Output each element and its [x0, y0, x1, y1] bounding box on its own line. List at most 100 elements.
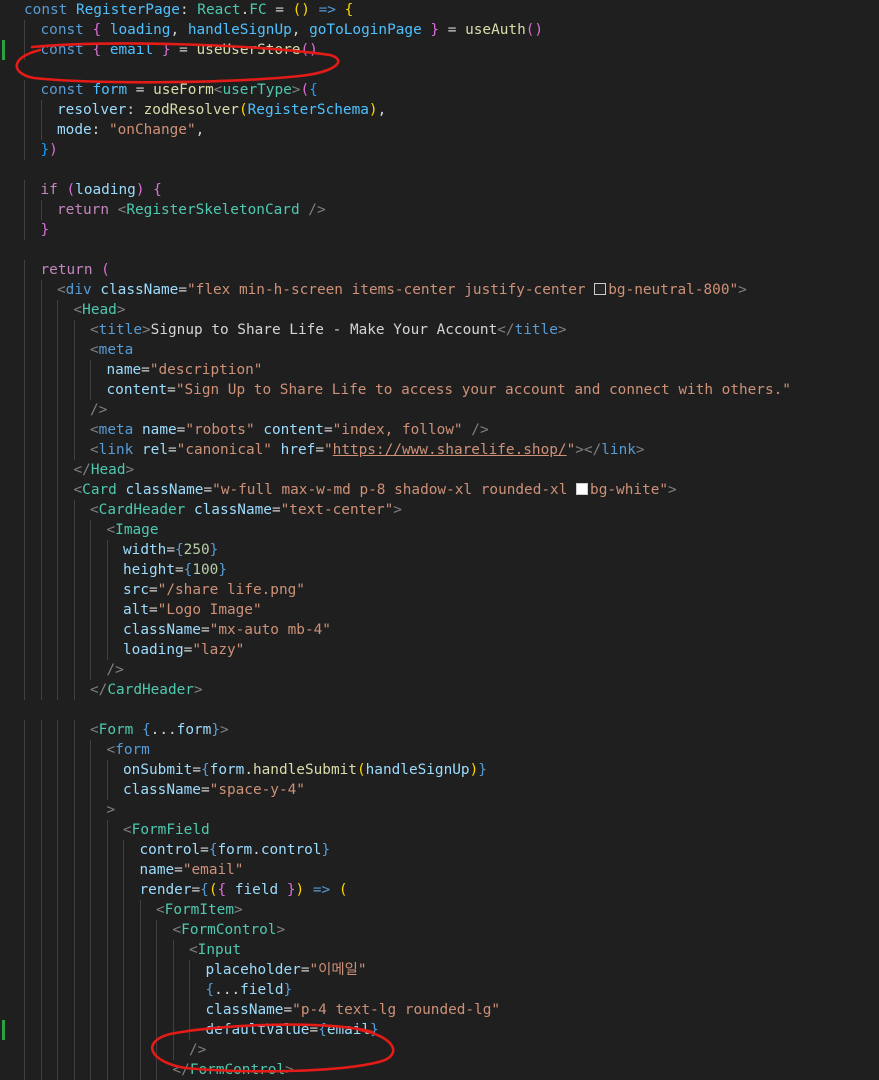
code-line[interactable]: <FormItem> [0, 900, 879, 920]
code-line[interactable]: <meta name="robots" content="index, foll… [0, 420, 879, 440]
code-line[interactable] [0, 160, 879, 180]
code-text: </Head> [74, 460, 135, 480]
code-line[interactable]: const { loading, handleSignUp, goToLogin… [0, 20, 879, 40]
code-token: "Logo Image" [157, 602, 262, 618]
code-token: Head [90, 462, 126, 478]
code-line[interactable]: loading="lazy" [0, 640, 879, 660]
code-line[interactable]: </CardHeader> [0, 680, 879, 700]
code-line[interactable]: className="p-4 text-lg rounded-lg" [0, 1000, 879, 1020]
indent-guide [73, 340, 75, 360]
code-line[interactable]: <title>Signup to Share Life - Make Your … [0, 320, 879, 340]
code-line[interactable]: if (loading) { [0, 180, 879, 200]
code-text: className="p-4 text-lg rounded-lg" [206, 1000, 501, 1020]
code-line[interactable]: <Card className="w-full max-w-md p-8 sha… [0, 480, 879, 500]
code-line[interactable]: <Image [0, 520, 879, 540]
code-line[interactable]: /> [0, 660, 879, 680]
code-line[interactable]: <CardHeader className="text-center"> [0, 500, 879, 520]
code-line[interactable]: <FormControl> [0, 920, 879, 940]
code-line[interactable]: name="description" [0, 360, 879, 380]
indent-guide [40, 900, 42, 920]
indent-guide [73, 320, 75, 340]
code-line[interactable]: mode: "onChange", [0, 120, 879, 140]
code-line[interactable]: width={250} [0, 540, 879, 560]
indent-guide [57, 1060, 58, 1080]
indent-guide [106, 1060, 108, 1080]
code-line[interactable]: return ( [0, 260, 879, 280]
indent-guide [73, 860, 75, 880]
code-token: ( [356, 762, 366, 778]
code-token: => [309, 2, 336, 18]
code-line[interactable]: src="/share life.png" [0, 580, 879, 600]
code-line[interactable]: <link rel="canonical" href="https://www.… [0, 440, 879, 460]
code-line[interactable]: control={form.control} [0, 840, 879, 860]
code-token: { [309, 82, 318, 98]
code-line[interactable]: onSubmit={form.handleSubmit(handleSignUp… [0, 760, 879, 780]
indent-guide [123, 1000, 124, 1020]
indent-guide [24, 1000, 25, 1020]
code-line[interactable]: </FormControl> [0, 1060, 879, 1080]
code-line[interactable]: return <RegisterSkeletonCard /> [0, 200, 879, 220]
code-text: <Head> [74, 300, 126, 320]
indent-guide [40, 840, 42, 860]
code-token: mode [57, 122, 92, 138]
code-line[interactable]: <Input [0, 940, 879, 960]
code-line[interactable]: <FormField [0, 820, 879, 840]
code-line[interactable]: className="space-y-4" [0, 780, 879, 800]
code-token: () [525, 22, 544, 38]
code-line[interactable]: </Head> [0, 460, 879, 480]
indent-guide [123, 1040, 124, 1060]
code-line[interactable]: render={({ field }) => ( [0, 880, 879, 900]
indent-guide [40, 660, 42, 680]
code-line[interactable]: <Head> [0, 300, 879, 320]
indent-guide [106, 840, 108, 860]
code-line[interactable]: const { email } = useUserStore() [0, 40, 879, 60]
code-line[interactable]: <meta [0, 340, 879, 360]
code-line[interactable]: name="email" [0, 860, 879, 880]
code-line[interactable]: {...field} [0, 980, 879, 1000]
code-token: RegisterPage [75, 2, 180, 18]
code-text: }) [41, 140, 58, 160]
indent-guide [40, 580, 42, 600]
code-line[interactable]: const RegisterPage: React.FC = () => { [0, 0, 879, 20]
code-token: = [315, 442, 324, 458]
indent-guide [73, 1020, 75, 1040]
code-line[interactable]: className="mx-auto mb-4" [0, 620, 879, 640]
code-token: = [174, 562, 184, 578]
code-line[interactable]: content="Sign Up to Share Life to access… [0, 380, 879, 400]
indent-guide [123, 980, 124, 1000]
code-line[interactable]: alt="Logo Image" [0, 600, 879, 620]
code-line[interactable]: const form = useForm<userType>({ [0, 80, 879, 100]
code-line[interactable]: /> [0, 1040, 879, 1060]
code-line[interactable]: <Form {...form}> [0, 720, 879, 740]
indent-guide [73, 380, 75, 400]
code-line[interactable] [0, 240, 879, 260]
code-token: () [300, 42, 318, 58]
code-line[interactable]: }) [0, 140, 879, 160]
indent-guide [57, 580, 58, 600]
code-text: <title>Signup to Share Life - Make Your … [90, 320, 567, 340]
code-line[interactable]: } [0, 220, 879, 240]
code-line[interactable]: defaultValue={email} [0, 1020, 879, 1040]
code-line[interactable]: > [0, 800, 879, 820]
code-token: = [167, 382, 176, 398]
code-line[interactable]: <form [0, 740, 879, 760]
indent-guide [57, 760, 58, 780]
code-line[interactable]: /> [0, 400, 879, 420]
code-token: { [142, 722, 151, 738]
code-line[interactable]: <div className="flex min-h-screen items-… [0, 280, 879, 300]
indent-guide [73, 820, 75, 840]
code-line[interactable]: resolver: zodResolver(RegisterSchema), [0, 100, 879, 120]
color-swatch-icon[interactable] [594, 283, 607, 295]
color-swatch-icon[interactable] [576, 483, 589, 495]
code-editor[interactable]: const RegisterPage: React.FC = () => {co… [0, 0, 879, 1080]
code-line[interactable] [0, 60, 879, 80]
code-token: : [91, 122, 109, 138]
code-line[interactable]: placeholder="이메일" [0, 960, 879, 980]
code-line[interactable]: height={100} [0, 560, 879, 580]
code-line[interactable] [0, 700, 879, 720]
code-token: /> [90, 402, 108, 418]
code-token: useForm [153, 82, 214, 98]
